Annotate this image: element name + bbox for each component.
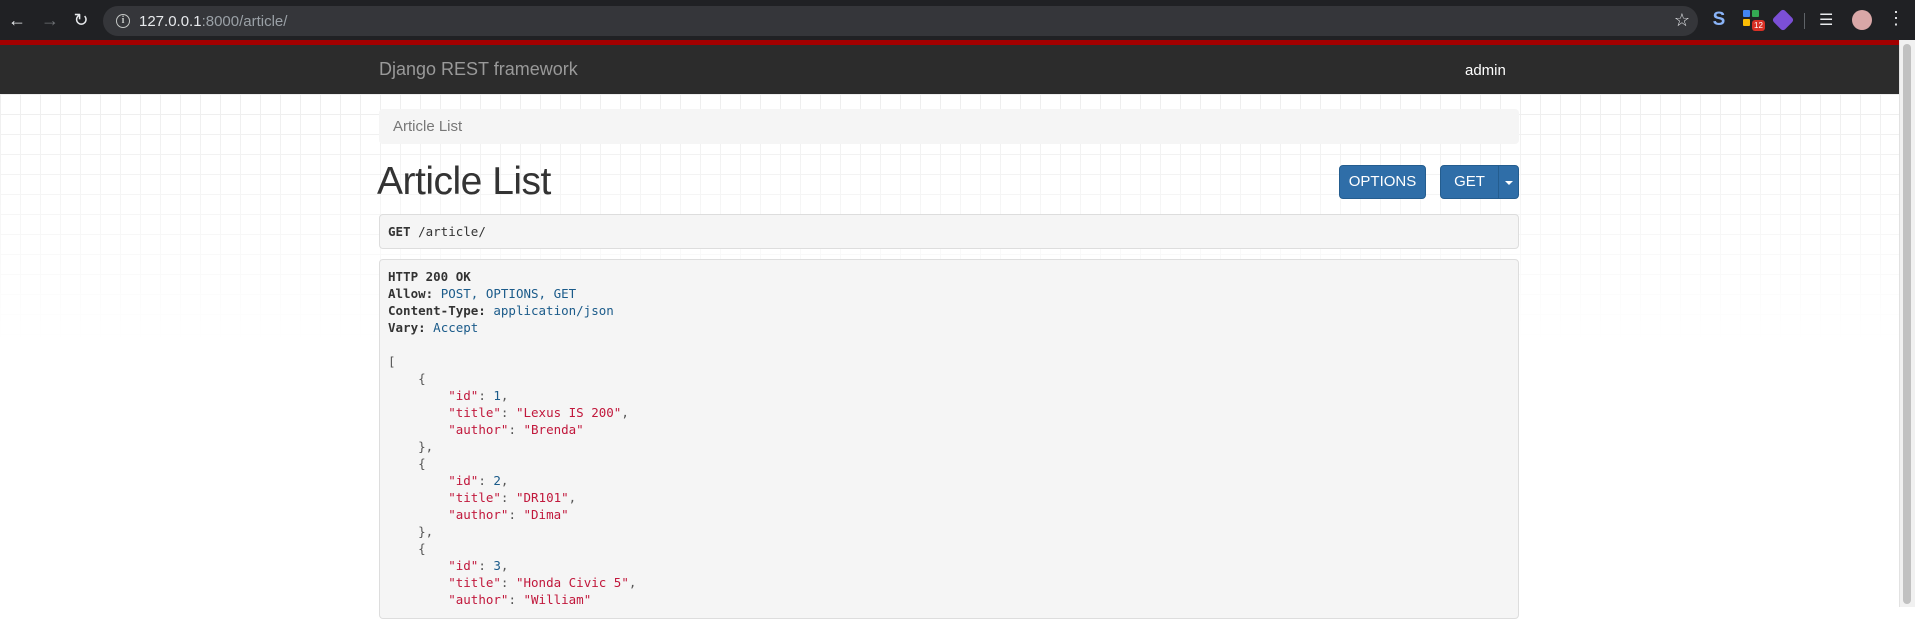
- user-menu-link[interactable]: admin: [1465, 62, 1506, 79]
- media-queue-icon[interactable]: ☰: [1819, 10, 1833, 30]
- brand-link[interactable]: Django REST framework: [379, 59, 578, 80]
- extension-badge: 12: [1752, 20, 1765, 31]
- toolbar-divider: [1804, 13, 1805, 29]
- caret-down-icon: [1505, 181, 1513, 185]
- scrollbar-thumb[interactable]: [1903, 44, 1911, 604]
- back-arrow-icon[interactable]: ←: [6, 9, 28, 31]
- request-path: /article/: [418, 224, 486, 239]
- json-field-title: "title": "Honda Civic 5",: [448, 575, 637, 590]
- top-navbar: Django REST framework admin: [0, 40, 1915, 94]
- page-scrollbar[interactable]: [1899, 40, 1915, 607]
- extension-grid-icon[interactable]: 12: [1743, 10, 1765, 31]
- site-info-icon[interactable]: i: [116, 14, 130, 28]
- response-header: Allow: POST, OPTIONS, GET: [388, 286, 577, 301]
- bookmark-star-icon[interactable]: ☆: [1674, 10, 1690, 31]
- json-field-id: "id": 1,: [448, 388, 509, 403]
- json-field-author: "author": "William": [448, 592, 592, 607]
- page-title: Article List: [377, 160, 551, 203]
- response-status: HTTP 200 OK: [388, 269, 471, 284]
- reload-icon[interactable]: ↻: [70, 9, 92, 31]
- json-object-open: {: [388, 456, 426, 471]
- json-object-close: },: [388, 439, 434, 454]
- extension-s-icon[interactable]: S: [1710, 10, 1728, 30]
- json-field-author: "author": "Dima": [448, 507, 569, 522]
- request-method: GET: [388, 224, 411, 239]
- json-field-author: "author": "Brenda": [448, 422, 584, 437]
- breadcrumb-item[interactable]: Article List: [393, 118, 462, 135]
- response-header: Content-Type: application/json: [388, 303, 614, 318]
- forward-arrow-icon[interactable]: →: [39, 9, 61, 31]
- json-object-open: {: [388, 541, 426, 556]
- address-bar[interactable]: i 127.0.0.1:8000/article/ ☆: [103, 6, 1698, 36]
- json-object-close: },: [388, 524, 434, 539]
- response-info: HTTP 200 OK Allow: POST, OPTIONS, GET Co…: [379, 259, 1519, 619]
- options-button[interactable]: OPTIONS: [1339, 165, 1426, 199]
- response-header: Vary: Accept: [388, 320, 479, 335]
- json-field-title: "title": "DR101",: [448, 490, 577, 505]
- url-text: 127.0.0.1:8000/article/: [139, 13, 288, 30]
- breadcrumb: Article List: [379, 109, 1519, 144]
- request-info: GET /article/: [379, 214, 1519, 249]
- json-field-id: "id": 2,: [448, 473, 509, 488]
- get-button[interactable]: GET: [1440, 165, 1499, 199]
- json-field-title: "title": "Lexus IS 200",: [448, 405, 629, 420]
- more-menu-icon[interactable]: ⋮: [1887, 8, 1905, 29]
- browser-toolbar: ← → ↻ i 127.0.0.1:8000/article/ ☆ S 12 ☰…: [0, 0, 1915, 40]
- get-format-dropdown-button[interactable]: [1498, 165, 1519, 199]
- json-object-open: {: [388, 371, 426, 386]
- json-array-open: [: [388, 354, 396, 369]
- profile-avatar[interactable]: [1852, 10, 1872, 30]
- extension-hexagon-icon[interactable]: [1771, 8, 1795, 32]
- json-field-id: "id": 3,: [448, 558, 509, 573]
